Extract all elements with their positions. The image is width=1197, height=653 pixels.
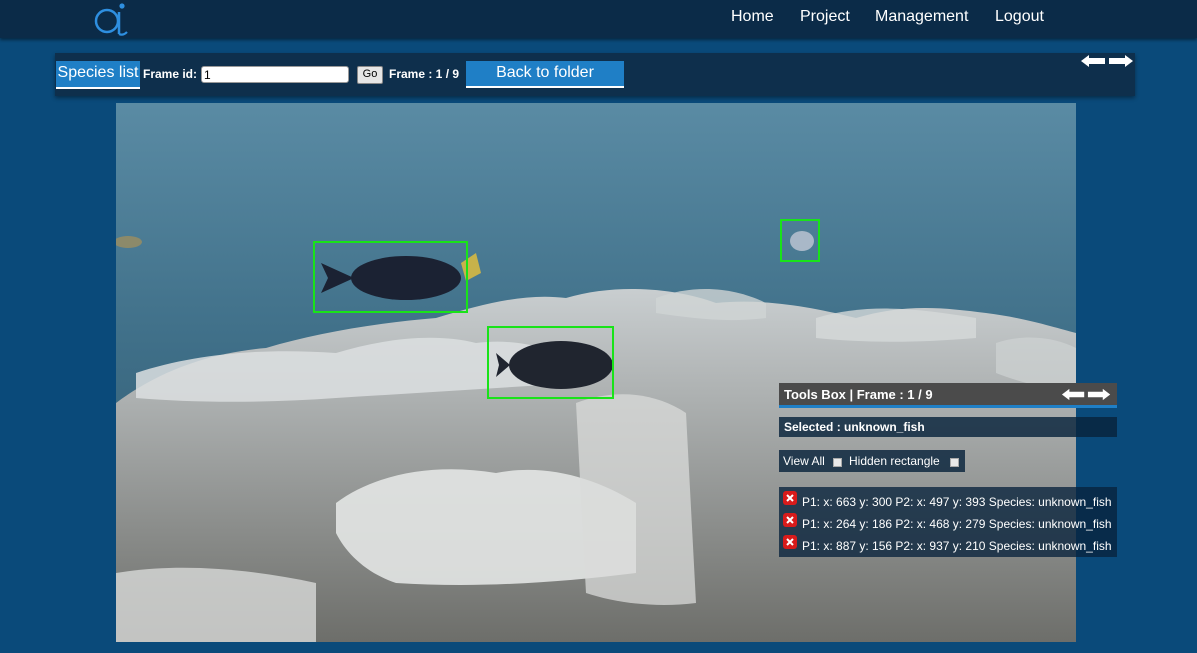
back-to-folder-button[interactable]: Back to folder (466, 61, 624, 88)
ai-logo-icon[interactable] (92, 1, 136, 37)
rectangle-list: P1: x: 663 y: 300 P2: x: 497 y: 393 Spec… (779, 487, 1117, 557)
tools-box: Tools Box | Frame : 1 / 9 Selected : unk… (779, 383, 1117, 559)
top-navbar: Home Project Management Logout (0, 0, 1197, 38)
tools-box-title: Tools Box | Frame : 1 / 9 (784, 387, 933, 402)
rectangle-coords: P1: x: 264 y: 186 P2: x: 468 y: 279 Spec… (802, 517, 1112, 531)
view-options-bar: View All Hidden rectangle (779, 450, 965, 472)
selected-species-bar: Selected : unknown_fish (779, 417, 1117, 437)
rectangle-item[interactable]: P1: x: 264 y: 186 P2: x: 468 y: 279 Spec… (779, 511, 1117, 533)
nav-project[interactable]: Project (800, 8, 850, 26)
go-button[interactable]: Go (357, 66, 383, 84)
frame-id-input[interactable] (201, 66, 349, 83)
delete-x-icon[interactable] (783, 491, 797, 505)
frame-counter: Frame : 1 / 9 (389, 67, 460, 81)
bounding-box-fish-3[interactable] (780, 219, 820, 262)
delete-x-icon[interactable] (783, 535, 797, 549)
bounding-box-fish-2[interactable] (487, 326, 614, 399)
rectangle-item[interactable]: P1: x: 887 y: 156 P2: x: 937 y: 210 Spec… (779, 533, 1117, 555)
view-all-checkbox[interactable] (833, 458, 842, 467)
nav-logout[interactable]: Logout (995, 8, 1044, 26)
frame-id-label: Frame id: (143, 67, 198, 81)
species-list-button[interactable]: Species list (56, 61, 140, 89)
delete-x-icon[interactable] (783, 513, 797, 527)
frame-toolbar: Species list Frame id: Go Frame : 1 / 9 … (55, 53, 1135, 96)
left-right-arrows-icon[interactable] (1061, 388, 1113, 401)
selected-species: Selected : unknown_fish (784, 420, 925, 434)
view-all-label: View All (783, 454, 825, 468)
left-right-arrows-icon[interactable] (1081, 54, 1135, 68)
frame-image[interactable] (116, 103, 1076, 642)
rectangle-coords: P1: x: 887 y: 156 P2: x: 937 y: 210 Spec… (802, 539, 1112, 553)
hidden-rectangle-checkbox[interactable] (950, 458, 959, 467)
nav-management[interactable]: Management (875, 8, 968, 26)
tools-box-header[interactable]: Tools Box | Frame : 1 / 9 (779, 383, 1117, 408)
nav-home[interactable]: Home (731, 8, 774, 26)
hidden-rectangle-label: Hidden rectangle (849, 454, 940, 468)
rectangle-item[interactable]: P1: x: 663 y: 300 P2: x: 497 y: 393 Spec… (779, 489, 1117, 511)
rectangle-coords: P1: x: 663 y: 300 P2: x: 497 y: 393 Spec… (802, 495, 1112, 509)
bounding-box-fish-1[interactable] (313, 241, 468, 313)
